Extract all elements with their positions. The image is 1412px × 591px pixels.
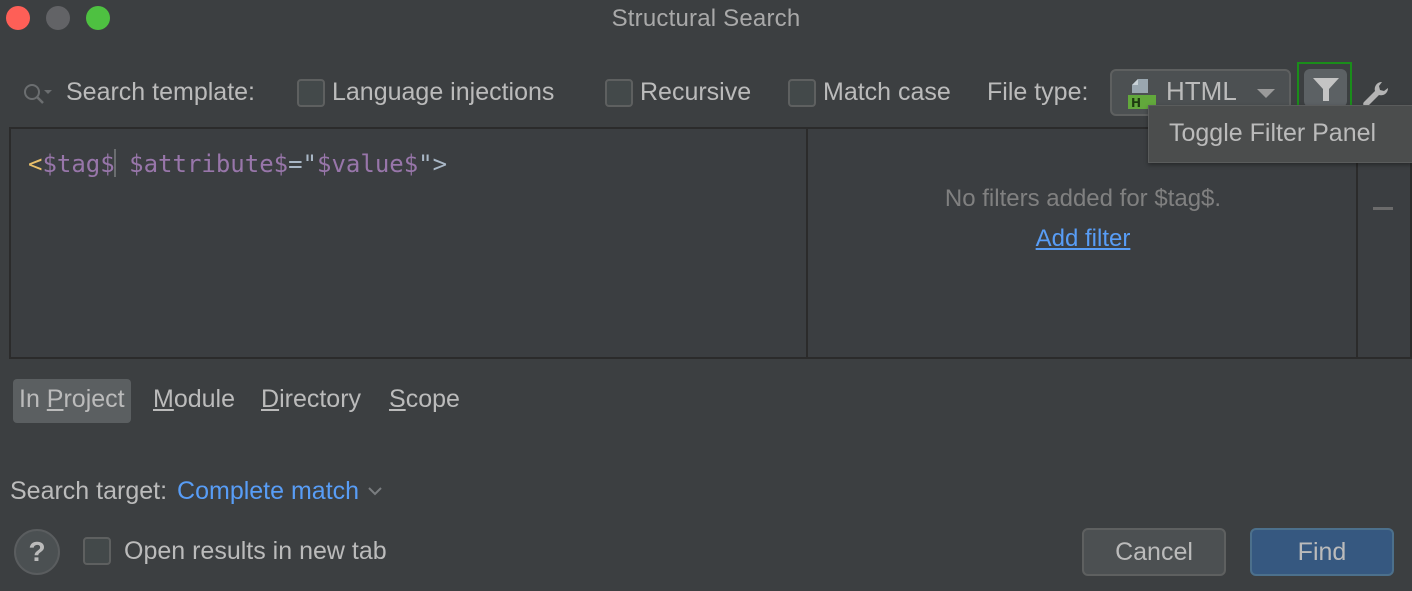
scope-tab-mnemonic: M (153, 385, 174, 413)
no-filters-message: No filters added for $tag$. (944, 185, 1222, 212)
scope-tab-label: cope (405, 385, 460, 413)
file-type-label: File type: (987, 78, 1089, 106)
scope-tab-label: odule (173, 385, 235, 413)
search-template-label: Search template: (66, 78, 255, 106)
template-variable-tag: $tag$ (42, 150, 115, 178)
match-case-label[interactable]: Match case (823, 78, 951, 107)
template-variable-attribute: $attribute$ (129, 150, 289, 178)
structural-search-dialog: Structural Search Search template: Langu… (0, 0, 1412, 591)
scope-tab-directory[interactable]: Directory (255, 379, 367, 423)
add-filter-link[interactable]: Add filter (1036, 225, 1131, 252)
scope-tab-module[interactable]: Module (147, 379, 241, 423)
filter-icon (1313, 78, 1339, 101)
scope-tab-label: roject (63, 385, 125, 413)
scope-tab-label: In (19, 385, 47, 413)
remove-filter-icon[interactable] (1373, 207, 1393, 210)
open-results-new-tab-checkbox[interactable] (83, 537, 111, 565)
template-token: < (28, 150, 43, 178)
search-history-icon[interactable] (22, 82, 58, 106)
filter-panel: No filters added for $tag$. Add filter (810, 129, 1356, 357)
scope-tab-in-project[interactable]: In Project (13, 379, 131, 423)
scope-tab-mnemonic: P (46, 385, 64, 413)
scope-tab-label: irectory (279, 385, 362, 413)
scope-tab-mnemonic: D (261, 385, 280, 413)
template-token: =" (288, 150, 318, 178)
file-type-value: HTML (1166, 76, 1237, 106)
search-template-editor[interactable]: <$tag$ $attribute$="$value$"> (11, 129, 808, 357)
open-results-new-tab-label[interactable]: Open results in new tab (124, 537, 387, 566)
toggle-filter-panel-tooltip: Toggle Filter Panel (1148, 105, 1412, 163)
template-variable-value: $value$ (317, 150, 419, 178)
chevron-down-icon[interactable] (367, 474, 383, 503)
scope-tab-scope[interactable]: Scope (383, 379, 466, 423)
cancel-button[interactable]: Cancel (1082, 528, 1226, 576)
help-button[interactable]: ? (14, 529, 60, 575)
chevron-down-icon (1257, 89, 1275, 98)
html-icon-letter: H (1131, 96, 1141, 110)
template-token (115, 150, 129, 178)
recursive-checkbox[interactable] (605, 79, 633, 107)
scope-tab-mnemonic: S (389, 385, 406, 413)
recursive-label[interactable]: Recursive (640, 78, 751, 107)
match-case-checkbox[interactable] (788, 79, 816, 107)
search-target-dropdown[interactable]: Complete match (177, 477, 359, 505)
search-target-row: Search target: Complete match (10, 474, 383, 506)
filter-panel-toolbar (1356, 129, 1412, 357)
template-token: "> (418, 150, 448, 178)
tooltip-text: Toggle Filter Panel (1169, 119, 1377, 147)
language-injections-label[interactable]: Language injections (332, 78, 554, 107)
search-target-label: Search target: (10, 477, 168, 505)
dialog-title: Structural Search (611, 5, 801, 32)
language-injections-checkbox[interactable] (297, 79, 325, 107)
find-button[interactable]: Find (1250, 528, 1394, 576)
